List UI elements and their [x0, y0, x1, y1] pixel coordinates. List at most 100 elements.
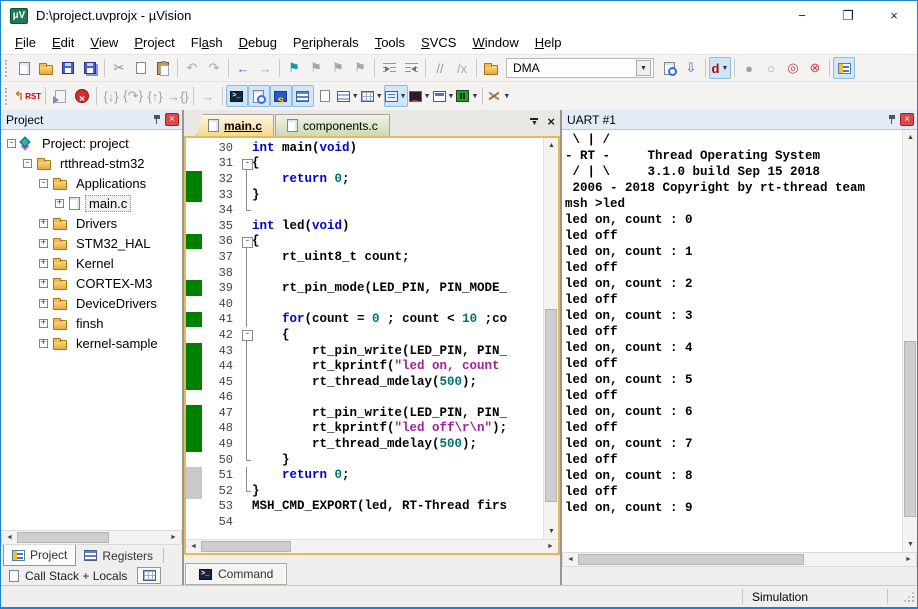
- dropdown-icon[interactable]: ▼: [448, 93, 455, 100]
- close-button[interactable]: ×: [871, 1, 917, 30]
- open-file-button[interactable]: [35, 57, 57, 79]
- system-viewer-button[interactable]: ▼: [455, 85, 479, 107]
- maximize-button[interactable]: ❐: [825, 1, 871, 30]
- toolbox-button[interactable]: ▼: [486, 85, 511, 107]
- window-layout-button[interactable]: [833, 57, 855, 79]
- dropdown-icon[interactable]: ▼: [352, 93, 359, 100]
- tree-item-finsh[interactable]: +finsh: [1, 313, 182, 333]
- tab-call-stack-locals[interactable]: Call Stack + Locals: [25, 569, 127, 583]
- gutter-cell[interactable]: [186, 280, 205, 296]
- menu-debug[interactable]: Debug: [231, 32, 285, 53]
- editor-close-icon[interactable]: ×: [547, 116, 555, 128]
- analysis-window-button[interactable]: ▼: [408, 85, 432, 107]
- trace-window-button[interactable]: ▼: [432, 85, 456, 107]
- menu-file[interactable]: File: [7, 32, 44, 53]
- comment-button[interactable]: //: [429, 57, 451, 79]
- watch-window-button[interactable]: ▼: [336, 85, 360, 107]
- dropdown-icon[interactable]: ▼: [471, 93, 478, 100]
- find-in-files-folder-icon[interactable]: [480, 57, 502, 79]
- gutter-cell[interactable]: [186, 514, 205, 530]
- dropdown-icon[interactable]: ▼: [400, 93, 407, 100]
- toolbar-grip[interactable]: [5, 60, 9, 77]
- tree-item-project-project[interactable]: -Project: project: [1, 133, 182, 153]
- tree-item-devicedrivers[interactable]: +DeviceDrivers: [1, 293, 182, 313]
- minimize-button[interactable]: −: [779, 1, 825, 30]
- scroll-right-icon[interactable]: ►: [166, 531, 181, 544]
- tab-project[interactable]: Project: [3, 545, 76, 566]
- gutter-cell[interactable]: [186, 390, 205, 406]
- run-button[interactable]: [49, 85, 71, 107]
- uncomment-button[interactable]: /x: [451, 57, 473, 79]
- tree-item-rtthread-stm32[interactable]: -rtthread-stm32: [1, 153, 182, 173]
- menu-flash[interactable]: Flash: [183, 32, 231, 53]
- disassembly-window-button[interactable]: [248, 85, 270, 107]
- gutter-cell[interactable]: [186, 436, 205, 452]
- menu-svcs[interactable]: SVCS: [413, 32, 464, 53]
- scroll-left-icon[interactable]: ◄: [563, 553, 578, 566]
- tree-item-applications[interactable]: -Applications: [1, 173, 182, 193]
- show-next-statement-button[interactable]: →: [197, 85, 219, 107]
- uart-close-icon[interactable]: ×: [900, 113, 914, 126]
- pin-icon[interactable]: [153, 114, 161, 125]
- scroll-thumb[interactable]: [201, 541, 291, 552]
- step-out-button[interactable]: {↑}: [144, 85, 166, 107]
- tree-item-kernel[interactable]: +Kernel: [1, 253, 182, 273]
- run-to-cursor-button[interactable]: →{}: [166, 85, 190, 107]
- expander-icon[interactable]: +: [39, 319, 48, 328]
- cut-button[interactable]: ✂: [108, 57, 130, 79]
- start-stop-debug-button[interactable]: d▼: [709, 57, 731, 79]
- dropdown-icon[interactable]: ▼: [376, 93, 383, 100]
- gutter-cell[interactable]: [186, 483, 205, 499]
- gutter-cell[interactable]: [186, 358, 205, 374]
- expander-icon[interactable]: +: [39, 339, 48, 348]
- memory-window-button[interactable]: ▼: [360, 85, 384, 107]
- scroll-down-icon[interactable]: ▼: [544, 524, 559, 539]
- outdent-button[interactable]: [400, 57, 422, 79]
- navigate-forward-button[interactable]: →: [254, 57, 276, 79]
- save-button[interactable]: [57, 57, 79, 79]
- scroll-left-icon[interactable]: ◄: [2, 531, 17, 544]
- search-dropdown-icon[interactable]: ▼: [636, 60, 651, 76]
- step-button[interactable]: {↓}: [100, 85, 122, 107]
- gutter-cell[interactable]: [186, 202, 205, 218]
- expander-icon[interactable]: +: [39, 239, 48, 248]
- copy-button[interactable]: [130, 57, 152, 79]
- gutter-cell[interactable]: [186, 249, 205, 265]
- dropdown-icon[interactable]: ▼: [503, 93, 510, 100]
- enable-breakpoint-button[interactable]: ○: [760, 57, 782, 79]
- resize-grip[interactable]: [902, 590, 916, 604]
- tree-item-stm32-hal[interactable]: +STM32_HAL: [1, 233, 182, 253]
- tab-registers[interactable]: Registers: [76, 545, 161, 566]
- insert-bookmark-button[interactable]: ⚑: [283, 57, 305, 79]
- gutter-cell[interactable]: [186, 405, 205, 421]
- gutter-cell[interactable]: [186, 374, 205, 390]
- code-lines[interactable]: 30int main(void)31{32 return 0;33}3435in…: [186, 138, 543, 539]
- gutter-cell[interactable]: [186, 187, 205, 203]
- editor-hscrollbar[interactable]: ◄ ►: [186, 539, 558, 553]
- fold-marker[interactable]: [241, 327, 252, 343]
- dropdown-icon[interactable]: ▼: [424, 93, 431, 100]
- tree-item-cortex-m3[interactable]: +CORTEX-M3: [1, 273, 182, 293]
- menu-project[interactable]: Project: [126, 32, 182, 53]
- tab-list-icon[interactable]: ▼: [530, 118, 538, 126]
- gutter-cell[interactable]: [186, 499, 205, 515]
- tab-components-c[interactable]: components.c: [275, 114, 390, 136]
- expander-icon[interactable]: +: [39, 259, 48, 268]
- uart-hscrollbar[interactable]: ◄ ►: [562, 552, 917, 567]
- uart-vscrollbar[interactable]: ▲ ▼: [902, 130, 917, 552]
- call-stack-window-button[interactable]: [314, 85, 336, 107]
- menu-peripherals[interactable]: Peripherals: [285, 32, 367, 53]
- search-combobox[interactable]: DMA▼: [506, 58, 654, 78]
- fold-marker[interactable]: [241, 234, 252, 250]
- scroll-up-icon[interactable]: ▲: [544, 138, 559, 153]
- tree-item-kernel-sample[interactable]: +kernel-sample: [1, 333, 182, 353]
- serial-window-button[interactable]: ▼: [384, 85, 408, 107]
- expander-icon[interactable]: -: [23, 159, 32, 168]
- paste-button[interactable]: [152, 57, 174, 79]
- scroll-up-icon[interactable]: ▲: [903, 130, 918, 145]
- new-file-button[interactable]: [13, 57, 35, 79]
- menu-help[interactable]: Help: [527, 32, 570, 53]
- menu-window[interactable]: Window: [464, 32, 526, 53]
- gutter-cell[interactable]: [186, 296, 205, 312]
- expander-icon[interactable]: +: [55, 199, 64, 208]
